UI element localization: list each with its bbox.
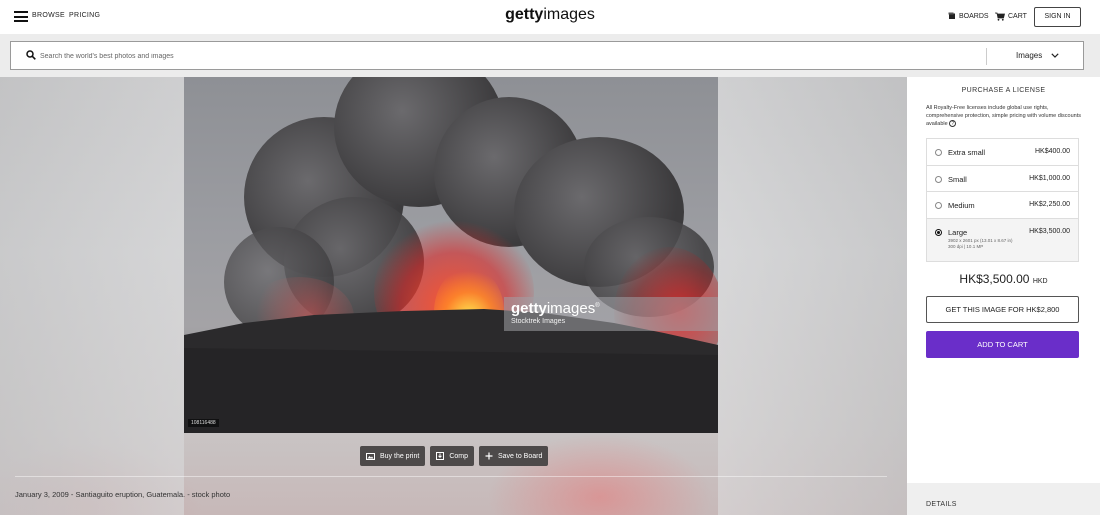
getty-watermark: gettyimages® Stocktrek Images — [504, 297, 718, 331]
stage-blur-right — [718, 77, 907, 515]
license-option-medium[interactable]: Medium HK$2,250.00 — [927, 192, 1078, 219]
details-section[interactable]: DETAILS — [907, 483, 1100, 515]
search-divider — [986, 48, 987, 65]
buy-print-button[interactable]: Buy the print — [360, 446, 426, 466]
image-actions: Buy the print Comp Save to Board — [360, 446, 549, 466]
license-note: All Royalty-Free licenses include global… — [926, 105, 1081, 128]
radio-button[interactable] — [935, 175, 942, 183]
boards-icon — [948, 12, 955, 19]
menu-icon[interactable] — [14, 11, 28, 22]
license-option-large[interactable]: Large HK$3,500.00 3902 x 2601 px (13.01 … — [927, 218, 1078, 261]
license-options: Extra small HK$400.00 Small HK$1,000.00 … — [926, 138, 1079, 262]
search-bar-area: Images — [0, 34, 1100, 77]
nav-browse[interactable]: BROWSE — [32, 12, 65, 19]
purchase-license-title: PURCHASE A LICENSE — [961, 87, 1046, 94]
save-to-board-button[interactable]: Save to Board — [479, 446, 549, 466]
total-price: HK$3,500.00 HKD — [959, 272, 1048, 286]
download-icon — [436, 452, 445, 460]
chevron-down-icon — [1051, 53, 1059, 58]
comp-button[interactable]: Comp — [430, 446, 474, 466]
boards-label: BOARDS — [959, 12, 989, 20]
cart-icon — [995, 12, 1005, 21]
license-resolution: 300 dpi | 10.1 MP — [948, 243, 984, 249]
image-stage: gettyimages® Stocktrek Images 108116488 … — [0, 77, 907, 515]
image-id-label: 108116488 — [188, 419, 219, 427]
image-caption: January 3, 2009 - Santiaguito eruption, … — [15, 490, 231, 499]
stage-blur-left — [0, 77, 184, 515]
search-box: Images — [10, 41, 1084, 70]
cart-link[interactable]: CART — [995, 12, 1027, 21]
info-icon[interactable]: ? — [949, 120, 957, 128]
top-header: BROWSE PRICING gettyimages BOARDS CART S… — [0, 0, 1100, 34]
sign-in-button[interactable]: SIGN IN — [1034, 7, 1081, 27]
details-label: DETAILS — [926, 501, 957, 508]
radio-button-selected[interactable] — [935, 228, 942, 236]
picture-icon — [366, 452, 375, 460]
search-input[interactable] — [40, 47, 940, 65]
license-option-small[interactable]: Small HK$1,000.00 — [927, 166, 1078, 192]
search-icon[interactable] — [26, 50, 36, 60]
cart-label: CART — [1008, 13, 1027, 20]
volcano-photo[interactable]: gettyimages® Stocktrek Images 108116488 — [184, 77, 718, 433]
license-dimensions: 3902 x 2601 px (13.01 x 8.67 in) — [948, 237, 1013, 243]
search-type-label: Images — [1016, 51, 1043, 60]
radio-button[interactable] — [935, 149, 942, 156]
radio-button[interactable] — [935, 202, 942, 209]
search-type-dropdown[interactable]: Images — [1016, 51, 1059, 60]
boards-link[interactable]: BOARDS — [948, 12, 989, 20]
license-panel: PURCHASE A LICENSE All Royalty-Free lice… — [907, 77, 1100, 515]
getty-logo[interactable]: gettyimages — [0, 6, 1100, 24]
license-option-extra-small[interactable]: Extra small HK$400.00 — [927, 139, 1078, 166]
get-image-button[interactable]: GET THIS IMAGE FOR HK$2,800 — [926, 296, 1079, 323]
caption-divider — [15, 476, 887, 477]
plus-icon — [485, 452, 493, 460]
watermark-credit: Stocktrek Images — [511, 318, 566, 325]
nav-pricing[interactable]: PRICING — [69, 12, 100, 19]
add-to-cart-button[interactable]: ADD TO CART — [926, 331, 1079, 358]
